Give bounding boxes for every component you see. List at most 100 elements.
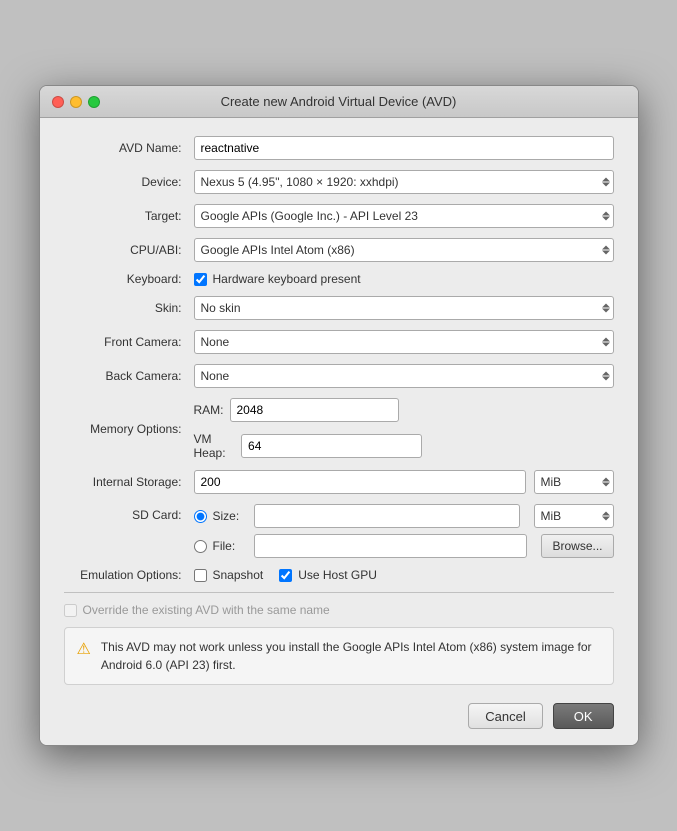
sdcard-label: SD Card: <box>64 504 194 522</box>
override-row: Override the existing AVD with the same … <box>64 603 614 627</box>
cpu-abi-select[interactable]: Google APIs Intel Atom (x86) <box>194 238 614 262</box>
avd-name-control <box>194 136 614 160</box>
keyboard-option-label: Hardware keyboard present <box>213 272 361 286</box>
sdcard-size-radio[interactable] <box>194 510 207 523</box>
skin-select-wrapper: No skin <box>194 296 614 320</box>
internal-storage-row: Internal Storage: MiB <box>64 470 614 494</box>
cancel-button[interactable]: Cancel <box>468 703 542 729</box>
cpu-abi-row: CPU/ABI: Google APIs Intel Atom (x86) <box>64 238 614 262</box>
avd-name-label: AVD Name: <box>64 141 194 155</box>
sdcard-control: Size: MiB <box>194 504 614 558</box>
device-label: Device: <box>64 175 194 189</box>
internal-storage-control: MiB <box>194 470 614 494</box>
vm-heap-input[interactable] <box>241 434 422 458</box>
browse-button[interactable]: Browse... <box>541 534 613 558</box>
memory-options-row: Memory Options: RAM: VM Heap: <box>64 398 614 460</box>
sdcard-unit-select[interactable]: MiB <box>534 504 614 528</box>
warning-section: ⚠ This AVD may not work unless you insta… <box>64 627 614 685</box>
warning-text: This AVD may not work unless you install… <box>101 638 601 674</box>
skin-row: Skin: No skin <box>64 296 614 320</box>
sdcard-size-row: Size: MiB <box>194 504 614 528</box>
sdcard-file-input[interactable] <box>254 534 528 558</box>
storage-unit-select[interactable]: MiB <box>534 470 614 494</box>
emulation-options: Snapshot Use Host GPU <box>194 568 614 582</box>
snapshot-row: Snapshot <box>194 568 264 582</box>
memory-options-label: Memory Options: <box>64 422 194 436</box>
dialog-title: Create new Android Virtual Device (AVD) <box>221 94 457 109</box>
sdcard-unit-wrapper: MiB <box>534 504 614 528</box>
keyboard-checkbox-row: Hardware keyboard present <box>194 272 614 286</box>
emulation-row: Emulation Options: Snapshot Use Host GPU <box>64 568 614 582</box>
vm-heap-label: VM Heap: <box>194 432 236 460</box>
cpu-abi-control: Google APIs Intel Atom (x86) <box>194 238 614 262</box>
keyboard-checkbox[interactable] <box>194 273 207 286</box>
back-camera-select[interactable]: None <box>194 364 614 388</box>
vm-heap-group: VM Heap: <box>194 432 422 460</box>
memory-options-control: RAM: VM Heap: <box>194 398 614 460</box>
storage-row: MiB <box>194 470 614 494</box>
ok-button[interactable]: OK <box>553 703 614 729</box>
emulation-control: Snapshot Use Host GPU <box>194 568 614 582</box>
maximize-button[interactable] <box>88 96 100 108</box>
target-select[interactable]: Google APIs (Google Inc.) - API Level 23 <box>194 204 614 228</box>
keyboard-row: Keyboard: Hardware keyboard present <box>64 272 614 286</box>
close-button[interactable] <box>52 96 64 108</box>
minimize-button[interactable] <box>70 96 82 108</box>
use-host-gpu-row: Use Host GPU <box>279 568 377 582</box>
override-checkbox[interactable] <box>64 604 77 617</box>
storage-unit-wrapper: MiB <box>534 470 614 494</box>
override-label: Override the existing AVD with the same … <box>83 603 330 617</box>
dialog-content: AVD Name: Device: Nexus 5 (4.95", 1080 ×… <box>40 118 638 745</box>
device-control: Nexus 5 (4.95", 1080 × 1920: xxhdpi) <box>194 170 614 194</box>
device-row: Device: Nexus 5 (4.95", 1080 × 1920: xxh… <box>64 170 614 194</box>
sdcard-file-radio[interactable] <box>194 540 207 553</box>
sdcard-row: SD Card: Size: MiB <box>64 504 614 558</box>
cpu-abi-label: CPU/ABI: <box>64 243 194 257</box>
use-host-gpu-checkbox[interactable] <box>279 569 292 582</box>
front-camera-select-wrapper: None <box>194 330 614 354</box>
button-row: Cancel OK <box>64 699 614 729</box>
device-select-wrapper: Nexus 5 (4.95", 1080 × 1920: xxhdpi) <box>194 170 614 194</box>
cpu-abi-select-wrapper: Google APIs Intel Atom (x86) <box>194 238 614 262</box>
back-camera-control: None <box>194 364 614 388</box>
memory-row: RAM: VM Heap: <box>194 398 614 460</box>
back-camera-label: Back Camera: <box>64 369 194 383</box>
front-camera-label: Front Camera: <box>64 335 194 349</box>
target-select-wrapper: Google APIs (Google Inc.) - API Level 23 <box>194 204 614 228</box>
keyboard-label: Keyboard: <box>64 272 194 286</box>
target-label: Target: <box>64 209 194 223</box>
sdcard-file-label: File: <box>213 539 248 553</box>
device-select[interactable]: Nexus 5 (4.95", 1080 × 1920: xxhdpi) <box>194 170 614 194</box>
snapshot-checkbox[interactable] <box>194 569 207 582</box>
target-control: Google APIs (Google Inc.) - API Level 23 <box>194 204 614 228</box>
sdcard-options: Size: MiB <box>194 504 614 558</box>
keyboard-control: Hardware keyboard present <box>194 272 614 286</box>
avd-name-input[interactable] <box>194 136 614 160</box>
sdcard-file-row: File: Browse... <box>194 534 614 558</box>
ram-group: RAM: <box>194 398 399 422</box>
sdcard-size-label: Size: <box>213 509 248 523</box>
front-camera-control: None <box>194 330 614 354</box>
ram-label: RAM: <box>194 403 224 417</box>
skin-control: No skin <box>194 296 614 320</box>
avd-name-row: AVD Name: <box>64 136 614 160</box>
back-camera-row: Back Camera: None <box>64 364 614 388</box>
snapshot-label: Snapshot <box>213 568 264 582</box>
target-row: Target: Google APIs (Google Inc.) - API … <box>64 204 614 228</box>
skin-label: Skin: <box>64 301 194 315</box>
sdcard-size-input[interactable] <box>254 504 520 528</box>
skin-select[interactable]: No skin <box>194 296 614 320</box>
emulation-label: Emulation Options: <box>64 568 194 582</box>
internal-storage-label: Internal Storage: <box>64 475 194 489</box>
back-camera-select-wrapper: None <box>194 364 614 388</box>
avd-dialog: Create new Android Virtual Device (AVD) … <box>39 85 639 746</box>
title-bar: Create new Android Virtual Device (AVD) <box>40 86 638 118</box>
traffic-lights <box>52 96 100 108</box>
warning-icon: ⚠ <box>77 639 91 674</box>
ram-input[interactable] <box>230 398 399 422</box>
front-camera-select[interactable]: None <box>194 330 614 354</box>
divider <box>64 592 614 593</box>
front-camera-row: Front Camera: None <box>64 330 614 354</box>
internal-storage-input[interactable] <box>194 470 526 494</box>
use-host-gpu-label: Use Host GPU <box>298 568 377 582</box>
